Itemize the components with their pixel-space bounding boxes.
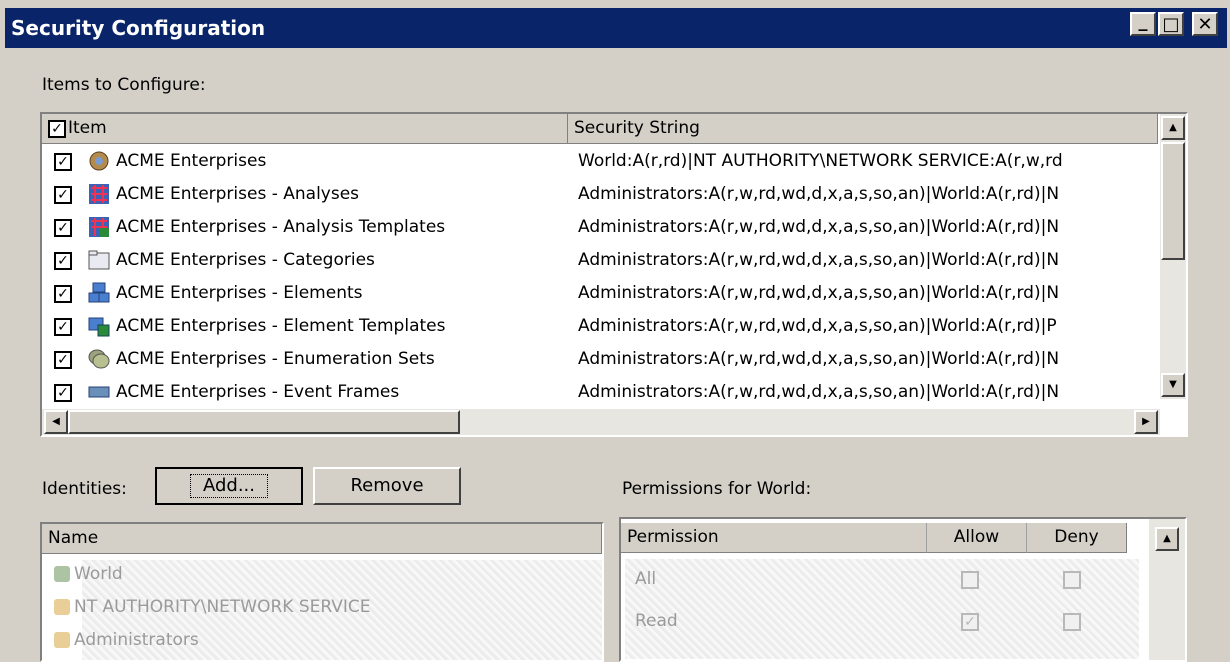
- item-row[interactable]: ✓ ACME Enterprises - Categories Administra…: [42, 244, 1158, 277]
- item-row[interactable]: ✓ ACME Enterprises World:A(r,rd)|NT AUTHOR…: [42, 145, 1158, 178]
- window-title: Security Configuration: [11, 16, 266, 40]
- permissions-vertical-scrollbar[interactable]: ▲: [1149, 519, 1185, 660]
- allow-column-header[interactable]: Allow: [927, 523, 1027, 553]
- vertical-scroll-thumb[interactable]: [1161, 142, 1185, 260]
- permissions-for-label: Permissions for World:: [622, 479, 812, 499]
- item-row[interactable]: ✓ ACME Enterprises - Enumeration Sets Admi…: [42, 343, 1158, 376]
- identity-name: Administrators: [74, 630, 199, 650]
- name-column-label: Name: [48, 528, 99, 548]
- item-checkbox[interactable]: ✓: [54, 252, 72, 270]
- item-name: ACME Enterprises - Analysis Templates: [116, 217, 446, 237]
- permission-name: Read: [635, 611, 678, 631]
- user-group-icon: [54, 566, 70, 582]
- item-security-string: Administrators:A(r,w,rd,wd,d,x,a,s,so,an…: [578, 349, 1060, 369]
- permission-row: Read ✓: [621, 605, 1141, 638]
- items-horizontal-scrollbar[interactable]: ◀ ▶: [42, 409, 1160, 435]
- item-checkbox[interactable]: ✓: [54, 186, 72, 204]
- minimize-icon: _: [1138, 10, 1148, 32]
- folder-icon: [88, 249, 110, 271]
- security-string-column-header[interactable]: Security String: [568, 114, 1158, 144]
- item-name: ACME Enterprises - Element Templates: [116, 316, 446, 336]
- scroll-left-button[interactable]: ◀: [44, 410, 68, 434]
- elements-icon: [88, 282, 110, 304]
- database-icon: [88, 150, 110, 172]
- item-name: ACME Enterprises - Event Frames: [116, 382, 400, 402]
- items-to-configure-label: Items to Configure:: [42, 75, 206, 95]
- permission-name: All: [635, 569, 657, 589]
- security-string-column-label: Security String: [574, 118, 700, 138]
- item-column-header[interactable]: Item: [42, 114, 568, 144]
- analysis-templates-icon: [88, 216, 110, 238]
- items-vertical-scrollbar[interactable]: ▲ ▼: [1160, 114, 1186, 399]
- items-table: Item ✓ Security String ✓ ACME Enterprises…: [40, 112, 1188, 437]
- identities-list: Name World NT AUTHORITY\NETWORK SERVICE Ad…: [40, 522, 604, 662]
- analyses-icon: [88, 183, 110, 205]
- permission-column-header[interactable]: Permission: [621, 523, 927, 553]
- item-security-string: Administrators:A(r,w,rd,wd,d,x,a,s,so,an…: [578, 250, 1060, 270]
- identity-row[interactable]: Administrators: [42, 624, 602, 657]
- identity-name: NT AUTHORITY\NETWORK SERVICE: [74, 597, 371, 617]
- maximize-button[interactable]: □: [1158, 12, 1184, 36]
- element-templates-icon: [88, 315, 110, 337]
- scroll-up-button[interactable]: ▲: [1161, 116, 1185, 140]
- remove-identity-button[interactable]: Remove: [313, 467, 461, 505]
- item-security-string: Administrators:A(r,w,rd,wd,d,x,a,s,so,an…: [578, 283, 1060, 303]
- scroll-right-button[interactable]: ▶: [1134, 410, 1158, 434]
- permission-column-label: Permission: [627, 527, 719, 547]
- item-security-string: Administrators:A(r,w,rd,wd,d,x,a,s,so,an…: [578, 184, 1060, 204]
- item-checkbox[interactable]: ✓: [54, 153, 72, 171]
- item-checkbox[interactable]: ✓: [54, 318, 72, 336]
- deny-checkbox[interactable]: [1063, 571, 1081, 589]
- minimize-button[interactable]: _: [1130, 10, 1156, 36]
- item-security-string: Administrators:A(r,w,rd,wd,d,x,a,s,so,an…: [578, 316, 1057, 336]
- identity-row[interactable]: World: [42, 558, 602, 591]
- identity-name: World: [74, 564, 123, 584]
- allow-checkbox[interactable]: [961, 571, 979, 589]
- item-name: ACME Enterprises - Categories: [116, 250, 375, 270]
- item-checkbox[interactable]: ✓: [54, 351, 72, 369]
- item-checkbox[interactable]: ✓: [54, 219, 72, 237]
- item-checkbox[interactable]: ✓: [54, 384, 72, 402]
- add-button-label: Add...: [189, 474, 268, 498]
- item-name: ACME Enterprises - Elements: [116, 283, 363, 303]
- user-group-icon: [54, 632, 70, 648]
- item-security-string: Administrators:A(r,w,rd,wd,d,x,a,s,so,an…: [578, 217, 1060, 237]
- permissions-scroll-up-button[interactable]: ▲: [1155, 527, 1179, 551]
- item-name: ACME Enterprises: [116, 151, 267, 171]
- permission-row: All: [621, 563, 1141, 596]
- item-row[interactable]: ✓ ACME Enterprises - Analysis Templates Ad…: [42, 211, 1158, 244]
- item-name: ACME Enterprises - Enumeration Sets: [116, 349, 435, 369]
- deny-column-label: Deny: [1054, 527, 1099, 547]
- add-identity-button[interactable]: Add...: [155, 467, 303, 505]
- item-row[interactable]: ✓ ACME Enterprises - Event Frames Administ…: [42, 376, 1158, 409]
- permissions-table: Permission Allow Deny All Read ✓ ▲: [619, 517, 1187, 662]
- identities-label: Identities:: [42, 479, 127, 499]
- security-configuration-window: Security Configuration _ □ ✕ Items to Co…: [0, 0, 1230, 662]
- identity-row[interactable]: NT AUTHORITY\NETWORK SERVICE: [42, 591, 602, 624]
- user-group-icon: [54, 599, 70, 615]
- enumeration-sets-icon: [88, 348, 110, 370]
- item-column-label: Item: [68, 118, 107, 138]
- deny-checkbox[interactable]: [1063, 613, 1081, 631]
- horizontal-scroll-thumb[interactable]: [68, 410, 460, 434]
- item-row[interactable]: ✓ ACME Enterprises - Elements Administrato…: [42, 277, 1158, 310]
- event-frames-icon: [88, 381, 110, 403]
- remove-button-label: Remove: [350, 475, 424, 496]
- item-row[interactable]: ✓ ACME Enterprises - Element Templates Adm…: [42, 310, 1158, 343]
- deny-column-header[interactable]: Deny: [1027, 523, 1127, 553]
- item-checkbox[interactable]: ✓: [54, 285, 72, 303]
- item-name: ACME Enterprises - Analyses: [116, 184, 360, 204]
- item-security-string: World:A(r,rd)|NT AUTHORITY\NETWORK SERVI…: [578, 151, 1063, 171]
- allow-checkbox[interactable]: ✓: [961, 613, 979, 631]
- name-column-header[interactable]: Name: [42, 524, 602, 554]
- close-button[interactable]: ✕: [1192, 12, 1218, 36]
- close-icon: ✕: [1197, 13, 1213, 35]
- allow-column-label: Allow: [953, 527, 1000, 547]
- select-all-checkbox[interactable]: ✓: [48, 120, 66, 138]
- scroll-down-button[interactable]: ▼: [1161, 373, 1185, 397]
- title-bar[interactable]: Security Configuration: [5, 8, 1227, 48]
- item-row[interactable]: ✓ ACME Enterprises - Analyses Administrato…: [42, 178, 1158, 211]
- maximize-icon: □: [1162, 13, 1180, 35]
- item-security-string: Administrators:A(r,w,rd,wd,d,x,a,s,so,an…: [578, 382, 1060, 402]
